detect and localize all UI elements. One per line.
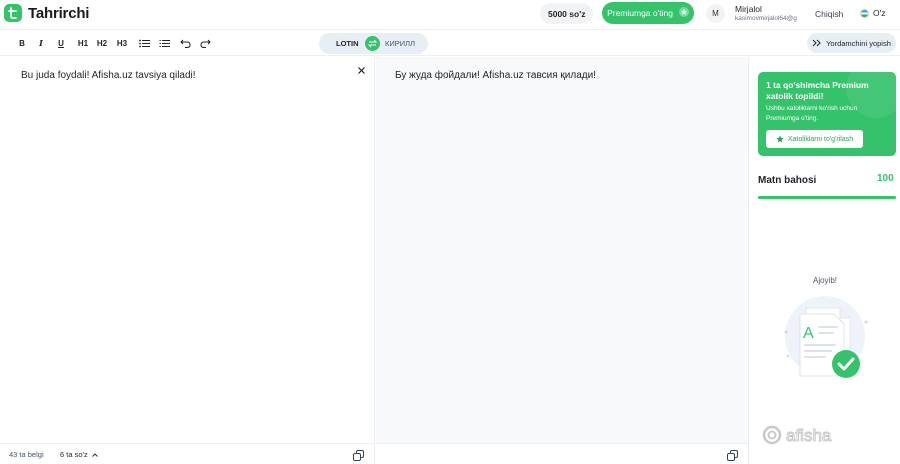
clear-text-button[interactable] bbox=[355, 64, 367, 76]
logo[interactable]: Tahrirchi bbox=[4, 4, 89, 22]
premium-card-title: 1 ta qo'shimcha Premium xatolik topildi! bbox=[766, 80, 869, 101]
svg-text:A: A bbox=[803, 325, 814, 342]
user-email: kasimovmirjalol64@g bbox=[735, 15, 797, 22]
star-icon bbox=[776, 135, 784, 143]
formatting-toolbar: B I U H1 H2 H3 LOTIN КИРИЛЛ Yordamchini … bbox=[0, 29, 900, 56]
text-score-bar bbox=[758, 196, 896, 199]
user-name: Mirjalol bbox=[735, 4, 762, 14]
top-bar: Tahrirchi 5000 so'z Premiumga o'ting M M… bbox=[0, 0, 900, 28]
hide-assistant-button[interactable]: Yordamchini yopish bbox=[807, 33, 896, 53]
watermark-logo-icon: afisha bbox=[762, 426, 832, 446]
logout-link[interactable]: Chiqish bbox=[815, 9, 843, 19]
brand-name: Tahrirchi bbox=[28, 4, 90, 22]
word-count: 6 ta so'z bbox=[60, 450, 88, 459]
numbered-list-icon bbox=[159, 39, 170, 47]
heading3-button[interactable]: H3 bbox=[115, 35, 129, 51]
language-label: O'z bbox=[873, 8, 886, 18]
copy-icon bbox=[353, 450, 364, 461]
heading2-button[interactable]: H2 bbox=[95, 35, 109, 51]
output-footer bbox=[376, 443, 749, 464]
script-latin-option[interactable]: LOTIN bbox=[336, 39, 359, 48]
great-message: Ajoyib! bbox=[812, 276, 837, 285]
script-toggle[interactable]: LOTIN КИРИЛЛ bbox=[319, 33, 428, 54]
copy-icon bbox=[727, 450, 738, 461]
close-icon bbox=[357, 66, 365, 74]
document-check-illustration: A bbox=[784, 296, 868, 378]
input-editor-text[interactable]: Bu juda foydali! Afisha.uz tavsiya qilad… bbox=[21, 70, 196, 81]
script-cyrillic-option[interactable]: КИРИЛЛ bbox=[385, 39, 415, 48]
go-premium-button[interactable]: Premiumga o'ting bbox=[602, 2, 694, 24]
text-score-fill bbox=[758, 196, 896, 199]
logo-icon bbox=[4, 4, 22, 22]
output-panel: Бу жуда фойдали! Afisha.uz тавсия қилади… bbox=[376, 57, 749, 443]
underline-button[interactable]: U bbox=[54, 35, 68, 51]
star-icon bbox=[678, 7, 689, 19]
copy-output-button[interactable] bbox=[727, 448, 739, 461]
bold-button[interactable]: B bbox=[15, 35, 29, 51]
avatar[interactable]: M bbox=[706, 4, 725, 23]
italic-button[interactable]: I bbox=[34, 35, 48, 51]
watermark-text: afisha bbox=[786, 426, 832, 445]
char-count: 43 ta belgi bbox=[9, 450, 44, 459]
premium-errors-card: 1 ta qo'shimcha Premium xatolik topildi!… bbox=[758, 72, 896, 156]
input-editor-panel[interactable]: Bu juda foydali! Afisha.uz tavsiya qilad… bbox=[0, 57, 375, 443]
fix-errors-label: Xatoliklarni to'g'rilash bbox=[787, 135, 854, 143]
uzbekistan-flag-icon bbox=[860, 8, 869, 18]
premium-card-description: Ushbu xatoliklarni ko'rish uchun Premium… bbox=[766, 105, 858, 122]
numbered-list-button[interactable] bbox=[157, 35, 171, 51]
hide-assistant-label: Yordamchini yopish bbox=[826, 38, 891, 48]
go-premium-label: Premiumga o'ting bbox=[607, 8, 673, 18]
language-selector[interactable]: O'z bbox=[860, 8, 885, 18]
double-chevron-right-icon bbox=[812, 39, 821, 47]
output-text: Бу жуда фойдали! Afisha.uz тавсия қилади… bbox=[395, 70, 596, 81]
text-score-label: Matn bahosi bbox=[758, 175, 817, 186]
bullet-list-button[interactable] bbox=[137, 35, 151, 51]
word-count-toggle[interactable]: 6 ta so'z bbox=[60, 450, 98, 459]
words-balance-badge: 5000 so'z bbox=[540, 3, 594, 24]
undo-button[interactable] bbox=[178, 35, 192, 51]
swap-script-button[interactable] bbox=[365, 36, 380, 51]
text-score-value: 100 bbox=[877, 173, 894, 184]
swap-icon bbox=[368, 39, 377, 48]
copy-input-button[interactable] bbox=[353, 448, 365, 461]
fix-errors-button[interactable]: Xatoliklarni to'g'rilash bbox=[766, 130, 863, 148]
undo-icon bbox=[179, 39, 191, 48]
chevron-up-icon bbox=[91, 452, 98, 457]
redo-button[interactable] bbox=[198, 35, 212, 51]
heading1-button[interactable]: H1 bbox=[76, 35, 90, 51]
input-footer: 43 ta belgi 6 ta so'z bbox=[0, 443, 375, 464]
user-info[interactable]: Mirjalol kasimovmirjalol64@g bbox=[735, 4, 803, 22]
assistant-sidebar: 1 ta qo'shimcha Premium xatolik topildi!… bbox=[750, 57, 900, 464]
watermark: afisha bbox=[762, 425, 880, 446]
redo-icon bbox=[199, 39, 211, 48]
bullet-list-icon bbox=[138, 39, 150, 47]
